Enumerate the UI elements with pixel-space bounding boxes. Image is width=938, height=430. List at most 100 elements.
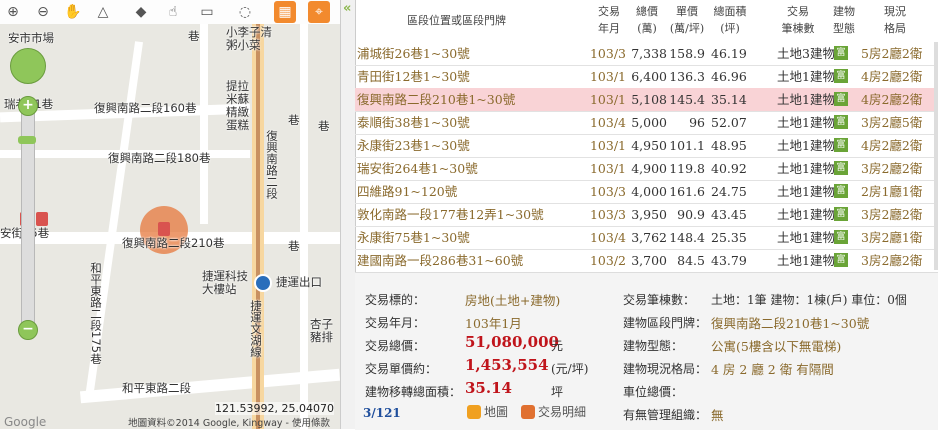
street bbox=[200, 24, 208, 224]
mrt-station-icon bbox=[254, 274, 272, 292]
panel-splitter[interactable]: « bbox=[340, 0, 356, 429]
row-unit-price: 161.6 bbox=[669, 184, 705, 199]
row-address[interactable]: 敦化南路一段177巷12弄1~30號 bbox=[357, 203, 544, 226]
row-year-month: 103/3 bbox=[589, 46, 627, 61]
row-layout: 3房2廳2衛 bbox=[861, 253, 923, 268]
row-address[interactable]: 四維路91~120號 bbox=[357, 180, 457, 203]
table-row[interactable]: 建國南路一段286巷31~60號 103/2 3,700 84.5 43.79 土地1建物… bbox=[355, 249, 938, 270]
area-value: 35.14 bbox=[465, 379, 512, 397]
row-unit-price: 148.4 bbox=[669, 230, 705, 245]
table-header: 區段位置或區段門牌 交易 年月 總價 (萬) 單價 (萬/坪) 總面積 (坪) … bbox=[355, 0, 938, 42]
rect-select-icon[interactable]: ▭ bbox=[196, 1, 218, 23]
table-row[interactable]: 永康街75巷1~30號 103/4 3,762 148.4 25.35 土地1建物1 富 3房… bbox=[355, 226, 938, 250]
zoom-slider[interactable] bbox=[21, 100, 35, 332]
row-area: 35.14 bbox=[711, 92, 747, 107]
row-total-price: 3,700 bbox=[631, 253, 667, 268]
trade-ym-label: 交易年月： bbox=[365, 316, 426, 330]
building-marker-icon[interactable] bbox=[158, 222, 170, 236]
row-address[interactable]: 復興南路二段210巷1~30號 bbox=[357, 88, 515, 111]
row-area: 43.45 bbox=[711, 207, 747, 222]
measure-angle-icon[interactable]: △ bbox=[92, 1, 114, 23]
map-label: 杏子豬排 bbox=[310, 317, 333, 344]
row-total-price: 3,950 bbox=[631, 207, 667, 222]
row-address[interactable]: 浦城街26巷1~30號 bbox=[357, 42, 470, 65]
hand-pan-icon[interactable]: ✋ bbox=[62, 1, 84, 23]
col-header-total: 總價 (萬) bbox=[636, 5, 658, 35]
map-label: 捷運出口 bbox=[276, 275, 322, 289]
map-label: 復興南路二段 bbox=[265, 130, 279, 199]
unit-price-value: 1,453,554 bbox=[465, 356, 549, 374]
col-header-layout: 現況 格局 bbox=[884, 5, 906, 35]
map-label: 巷 bbox=[318, 119, 330, 133]
table-row[interactable]: 四維路91~120號 103/3 4,000 161.6 24.75 土地1建物1 富 2房1… bbox=[355, 180, 938, 204]
row-layout: 3房2廳2衛 bbox=[861, 161, 923, 176]
row-area: 40.92 bbox=[711, 161, 747, 176]
row-year-month: 103/4 bbox=[589, 230, 627, 245]
area-unit: 坪 bbox=[551, 385, 564, 399]
trade-detail-button-label: 交易明細 bbox=[538, 405, 587, 419]
table-row[interactable]: 永康街23巷1~30號 103/1 4,950 101.1 48.95 土地1建物1 富 4房… bbox=[355, 134, 938, 158]
row-year-month: 103/3 bbox=[589, 207, 627, 222]
row-area: 25.35 bbox=[711, 230, 747, 245]
building-layout-label: 建物現況格局： bbox=[623, 362, 708, 376]
paint-bucket-icon[interactable]: ◆ bbox=[130, 1, 152, 23]
row-unit-price: 101.1 bbox=[669, 138, 705, 153]
row-area: 48.95 bbox=[711, 138, 747, 153]
table-scrollbar[interactable] bbox=[934, 42, 938, 270]
trade-detail-button[interactable]: 交易明細 bbox=[521, 403, 586, 420]
count-value: 土地：1筆 建物：1棟(戶) 車位：0個 bbox=[711, 293, 907, 307]
row-address[interactable]: 瑞安街264巷1~30號 bbox=[357, 157, 478, 180]
row-total-price: 7,338 bbox=[631, 46, 667, 61]
location-pin-icon[interactable]: ⌖ bbox=[308, 1, 330, 23]
zoom-plus-button[interactable]: + bbox=[18, 96, 38, 116]
zoom-out-icon[interactable]: ⊖ bbox=[32, 1, 54, 23]
row-address[interactable]: 建國南路一段286巷31~60號 bbox=[357, 249, 523, 270]
trade-target-label: 交易標的： bbox=[365, 293, 426, 307]
row-year-month: 103/4 bbox=[589, 115, 627, 130]
map-copyright[interactable]: 地圖資料©2014 Google, Kingway - 使用條款 bbox=[128, 415, 330, 429]
total-price-unit: 元 bbox=[551, 339, 564, 353]
building-type-badge-icon: 富 bbox=[834, 230, 848, 244]
map-pane[interactable]: 安市市場 巷 小李子清粥小菜 瑞巷81巷 復興南路二段160巷 提拉米蘇精緻蛋糕… bbox=[0, 0, 340, 429]
building-type-badge-icon: 富 bbox=[834, 46, 848, 60]
management-label: 有無管理組織： bbox=[623, 408, 708, 422]
detail-list-icon bbox=[521, 404, 535, 419]
row-address[interactable]: 泰順街38巷1~30號 bbox=[357, 111, 470, 134]
trade-ym-value: 103年1月 bbox=[465, 316, 522, 331]
row-address[interactable]: 永康街23巷1~30號 bbox=[357, 134, 470, 157]
map-label: 提拉米蘇精緻蛋糕 bbox=[226, 79, 249, 132]
row-total-price: 4,900 bbox=[631, 161, 667, 176]
map-label: 和平東路二段 bbox=[122, 381, 191, 395]
management-value: 無 bbox=[711, 408, 724, 423]
zoom-slider-thumb[interactable] bbox=[18, 136, 36, 144]
pointer-icon[interactable]: ☝ bbox=[162, 1, 184, 23]
map-coordinates: 121.53992, 25.04070 bbox=[215, 402, 334, 415]
building-layout-value: 4 房 2 廳 2 衛 有隔間 bbox=[711, 362, 834, 377]
building-type-badge-icon: 富 bbox=[834, 138, 848, 152]
row-address[interactable]: 青田街12巷1~30號 bbox=[357, 65, 470, 88]
map-label: 捷運科技大樓站 bbox=[202, 269, 248, 296]
row-total-price: 5,000 bbox=[631, 115, 667, 130]
building-type-label: 建物型態： bbox=[623, 339, 684, 353]
circle-select-icon[interactable]: ◌ bbox=[234, 1, 256, 23]
table-row[interactable]: 復興南路二段210巷1~30號 103/1 5,108 145.4 35.14 土地1建物… bbox=[355, 88, 938, 112]
row-address[interactable]: 永康街75巷1~30號 bbox=[357, 226, 470, 249]
row-layout: 3房2廳1衛 bbox=[861, 230, 923, 245]
table-row[interactable]: 浦城街26巷1~30號 103/3 7,338 158.9 46.19 土地3建物1 富 5房… bbox=[355, 42, 938, 66]
row-year-month: 103/3 bbox=[589, 184, 627, 199]
table-row[interactable]: 瑞安街264巷1~30號 103/1 4,900 119.8 40.92 土地1建物1 富 3… bbox=[355, 157, 938, 181]
pan-control-icon[interactable] bbox=[10, 48, 46, 84]
layers-grid-icon[interactable]: ▦ bbox=[274, 1, 296, 23]
col-header-address: 區段位置或區段門牌 bbox=[407, 14, 506, 27]
map-button[interactable]: 地圖 bbox=[467, 403, 508, 420]
zoom-minus-button[interactable]: − bbox=[18, 320, 38, 340]
table-row[interactable]: 青田街12巷1~30號 103/1 6,400 136.3 46.96 土地1建物1 富 4房… bbox=[355, 65, 938, 89]
map-label: 復興南路二段180巷 bbox=[108, 151, 211, 165]
collapse-left-icon[interactable]: « bbox=[343, 1, 351, 16]
area-label: 建物移轉總面積： bbox=[365, 385, 462, 399]
table-row[interactable]: 泰順街38巷1~30號 103/4 5,000 96 52.07 土地1建物1 富 3房2廳5… bbox=[355, 111, 938, 135]
parking-price-label: 車位總價： bbox=[623, 385, 684, 399]
zoom-in-icon[interactable]: ⊕ bbox=[2, 1, 24, 23]
row-layout: 4房2廳2衛 bbox=[861, 92, 923, 107]
table-row[interactable]: 敦化南路一段177巷12弄1~30號 103/3 3,950 90.9 43.45 土地1… bbox=[355, 203, 938, 227]
